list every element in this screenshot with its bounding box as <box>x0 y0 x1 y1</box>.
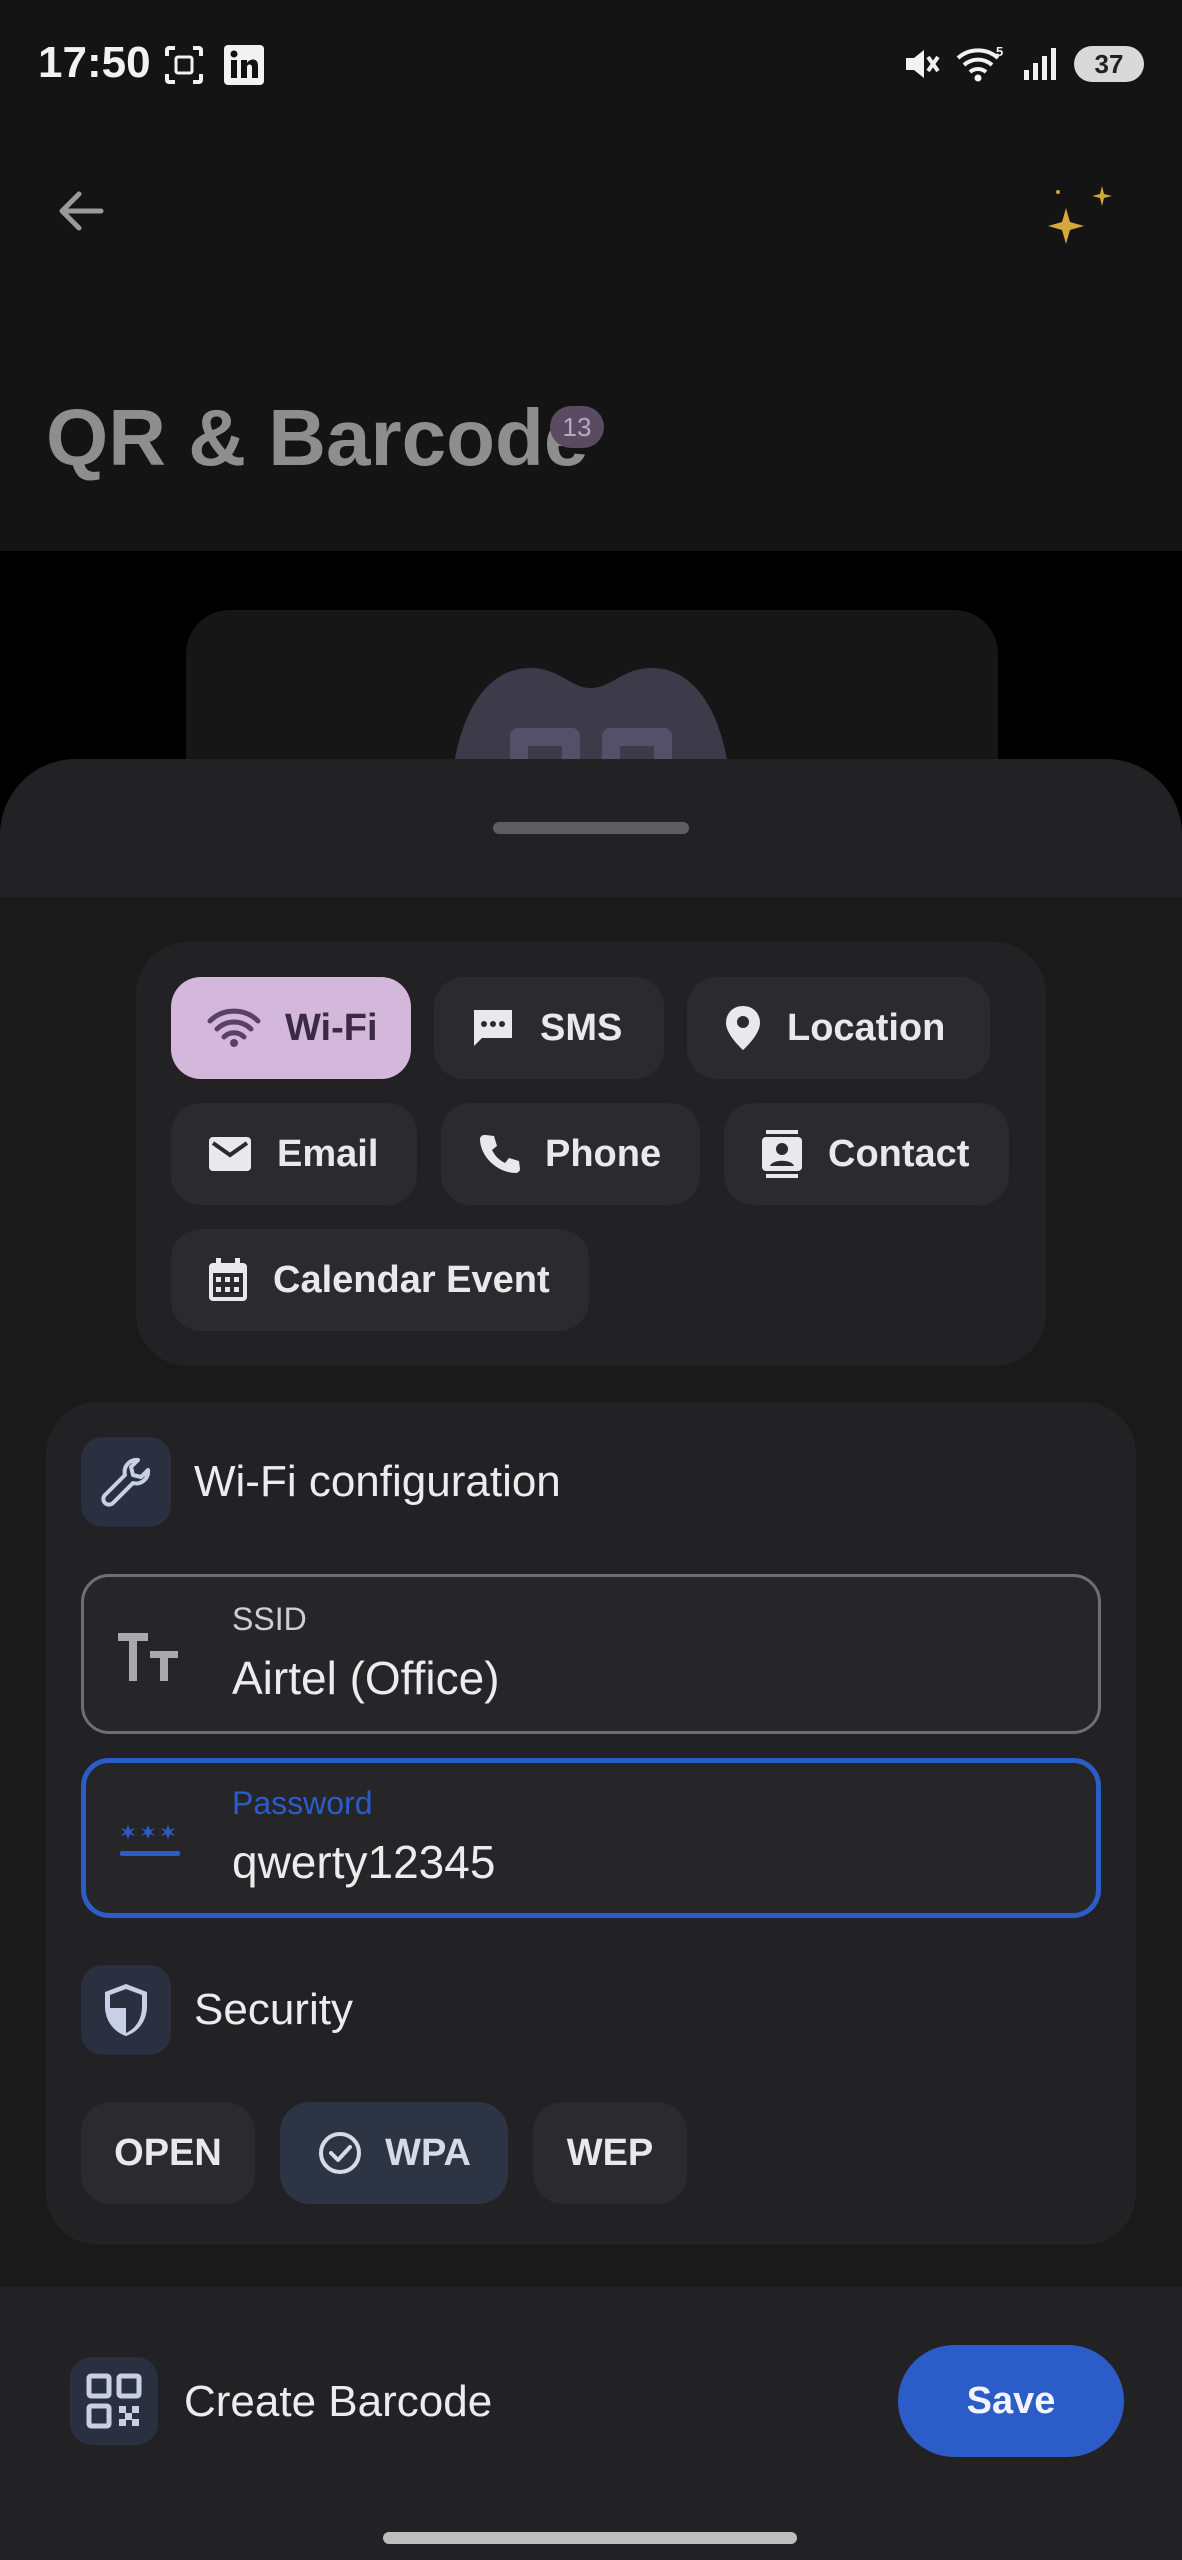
sparkle-button[interactable] <box>1040 178 1120 258</box>
security-option-wpa[interactable]: WPA <box>280 2102 508 2204</box>
type-chip-email[interactable]: Email <box>171 1103 417 1205</box>
security-option-open[interactable]: OPEN <box>81 2102 255 2204</box>
sparkle-icon <box>1048 186 1112 244</box>
type-chip-label: Wi-Fi <box>285 1006 378 1049</box>
security-option-wep[interactable]: WEP <box>533 2102 687 2204</box>
mute-icon <box>906 50 940 78</box>
background-screen: 17:50 5 37 QR & Barcode 13 <box>0 0 1182 818</box>
bottom-action-bar: Create Barcode Save <box>0 2287 1182 2560</box>
security-option-label: OPEN <box>114 2131 222 2174</box>
ssid-label: SSID <box>232 1601 307 1637</box>
calendar-icon <box>209 1258 247 1301</box>
status-time: 17:50 <box>38 38 151 87</box>
check-circle-icon <box>319 2132 362 2174</box>
wifi-icon <box>207 1008 261 1047</box>
page-title: QR & Barcode <box>46 393 589 482</box>
type-chip-label: Contact <box>828 1132 970 1175</box>
wifi-status-icon: 5 <box>956 44 1003 82</box>
barcode-type-selector: Wi-Fi SMS Location Email Phone Contact C… <box>136 942 1046 1366</box>
text-fields-icon <box>118 1633 178 1681</box>
back-button[interactable] <box>48 178 114 244</box>
type-chip-label: SMS <box>540 1006 623 1049</box>
type-chip-sms[interactable]: SMS <box>434 977 664 1079</box>
security-section-icon <box>81 1965 171 2055</box>
create-barcode-label: Create Barcode <box>184 2377 493 2426</box>
password-label: Password <box>232 1785 373 1821</box>
drag-handle[interactable] <box>493 822 689 834</box>
security-option-label: WPA <box>385 2131 471 2174</box>
wrench-icon <box>101 1457 151 1507</box>
config-section-icon <box>81 1437 171 1527</box>
security-option-label: WEP <box>566 2131 654 2174</box>
shield-icon <box>105 1984 147 2036</box>
status-bar: 17:50 5 37 <box>0 0 1182 135</box>
ssid-value: Airtel (Office) <box>232 1652 500 1704</box>
battery-indicator: 37 <box>1074 46 1144 82</box>
type-chip-phone[interactable]: Phone <box>441 1103 700 1205</box>
app-header: 17:50 5 37 QR & Barcode 13 <box>0 0 1182 551</box>
config-title: Wi-Fi configuration <box>194 1457 561 1506</box>
type-chip-contact[interactable]: Contact <box>724 1103 1009 1205</box>
type-chip-label: Email <box>277 1132 379 1175</box>
arrow-left-icon <box>59 191 104 231</box>
count-badge: 13 <box>550 406 604 448</box>
save-button[interactable]: Save <box>898 2345 1124 2457</box>
password-value: qwerty12345 <box>232 1836 496 1888</box>
screenshot-icon <box>165 46 203 84</box>
type-chip-label: Calendar Event <box>273 1258 550 1301</box>
ssid-field[interactable]: SSID Airtel (Office) <box>81 1574 1101 1734</box>
email-icon <box>209 1137 251 1171</box>
type-chip-wifi[interactable]: Wi-Fi <box>171 977 411 1079</box>
barcode-type-icon <box>70 2357 158 2445</box>
sheet-header <box>0 759 1182 897</box>
phone-icon <box>480 1135 520 1173</box>
location-pin-icon <box>726 1006 760 1050</box>
type-chip-label: Phone <box>545 1132 662 1175</box>
gesture-nav-bar[interactable] <box>383 2532 797 2544</box>
linkedin-icon <box>224 45 264 85</box>
password-field[interactable]: Password qwerty12345 <box>81 1758 1101 1918</box>
type-chip-label: Location <box>787 1006 946 1049</box>
wifi-config-card: Wi-Fi configuration SSID Airtel (Office)… <box>46 1402 1136 2245</box>
type-chip-location[interactable]: Location <box>687 977 990 1079</box>
security-title: Security <box>194 1985 353 2034</box>
qr-code-icon <box>86 2373 142 2429</box>
contact-icon <box>762 1130 802 1178</box>
password-icon <box>120 1825 180 1856</box>
svg-text:5: 5 <box>996 44 1003 59</box>
sms-icon <box>474 1010 512 1046</box>
signal-icon <box>1024 48 1056 80</box>
type-chip-calendar-event[interactable]: Calendar Event <box>171 1229 589 1331</box>
